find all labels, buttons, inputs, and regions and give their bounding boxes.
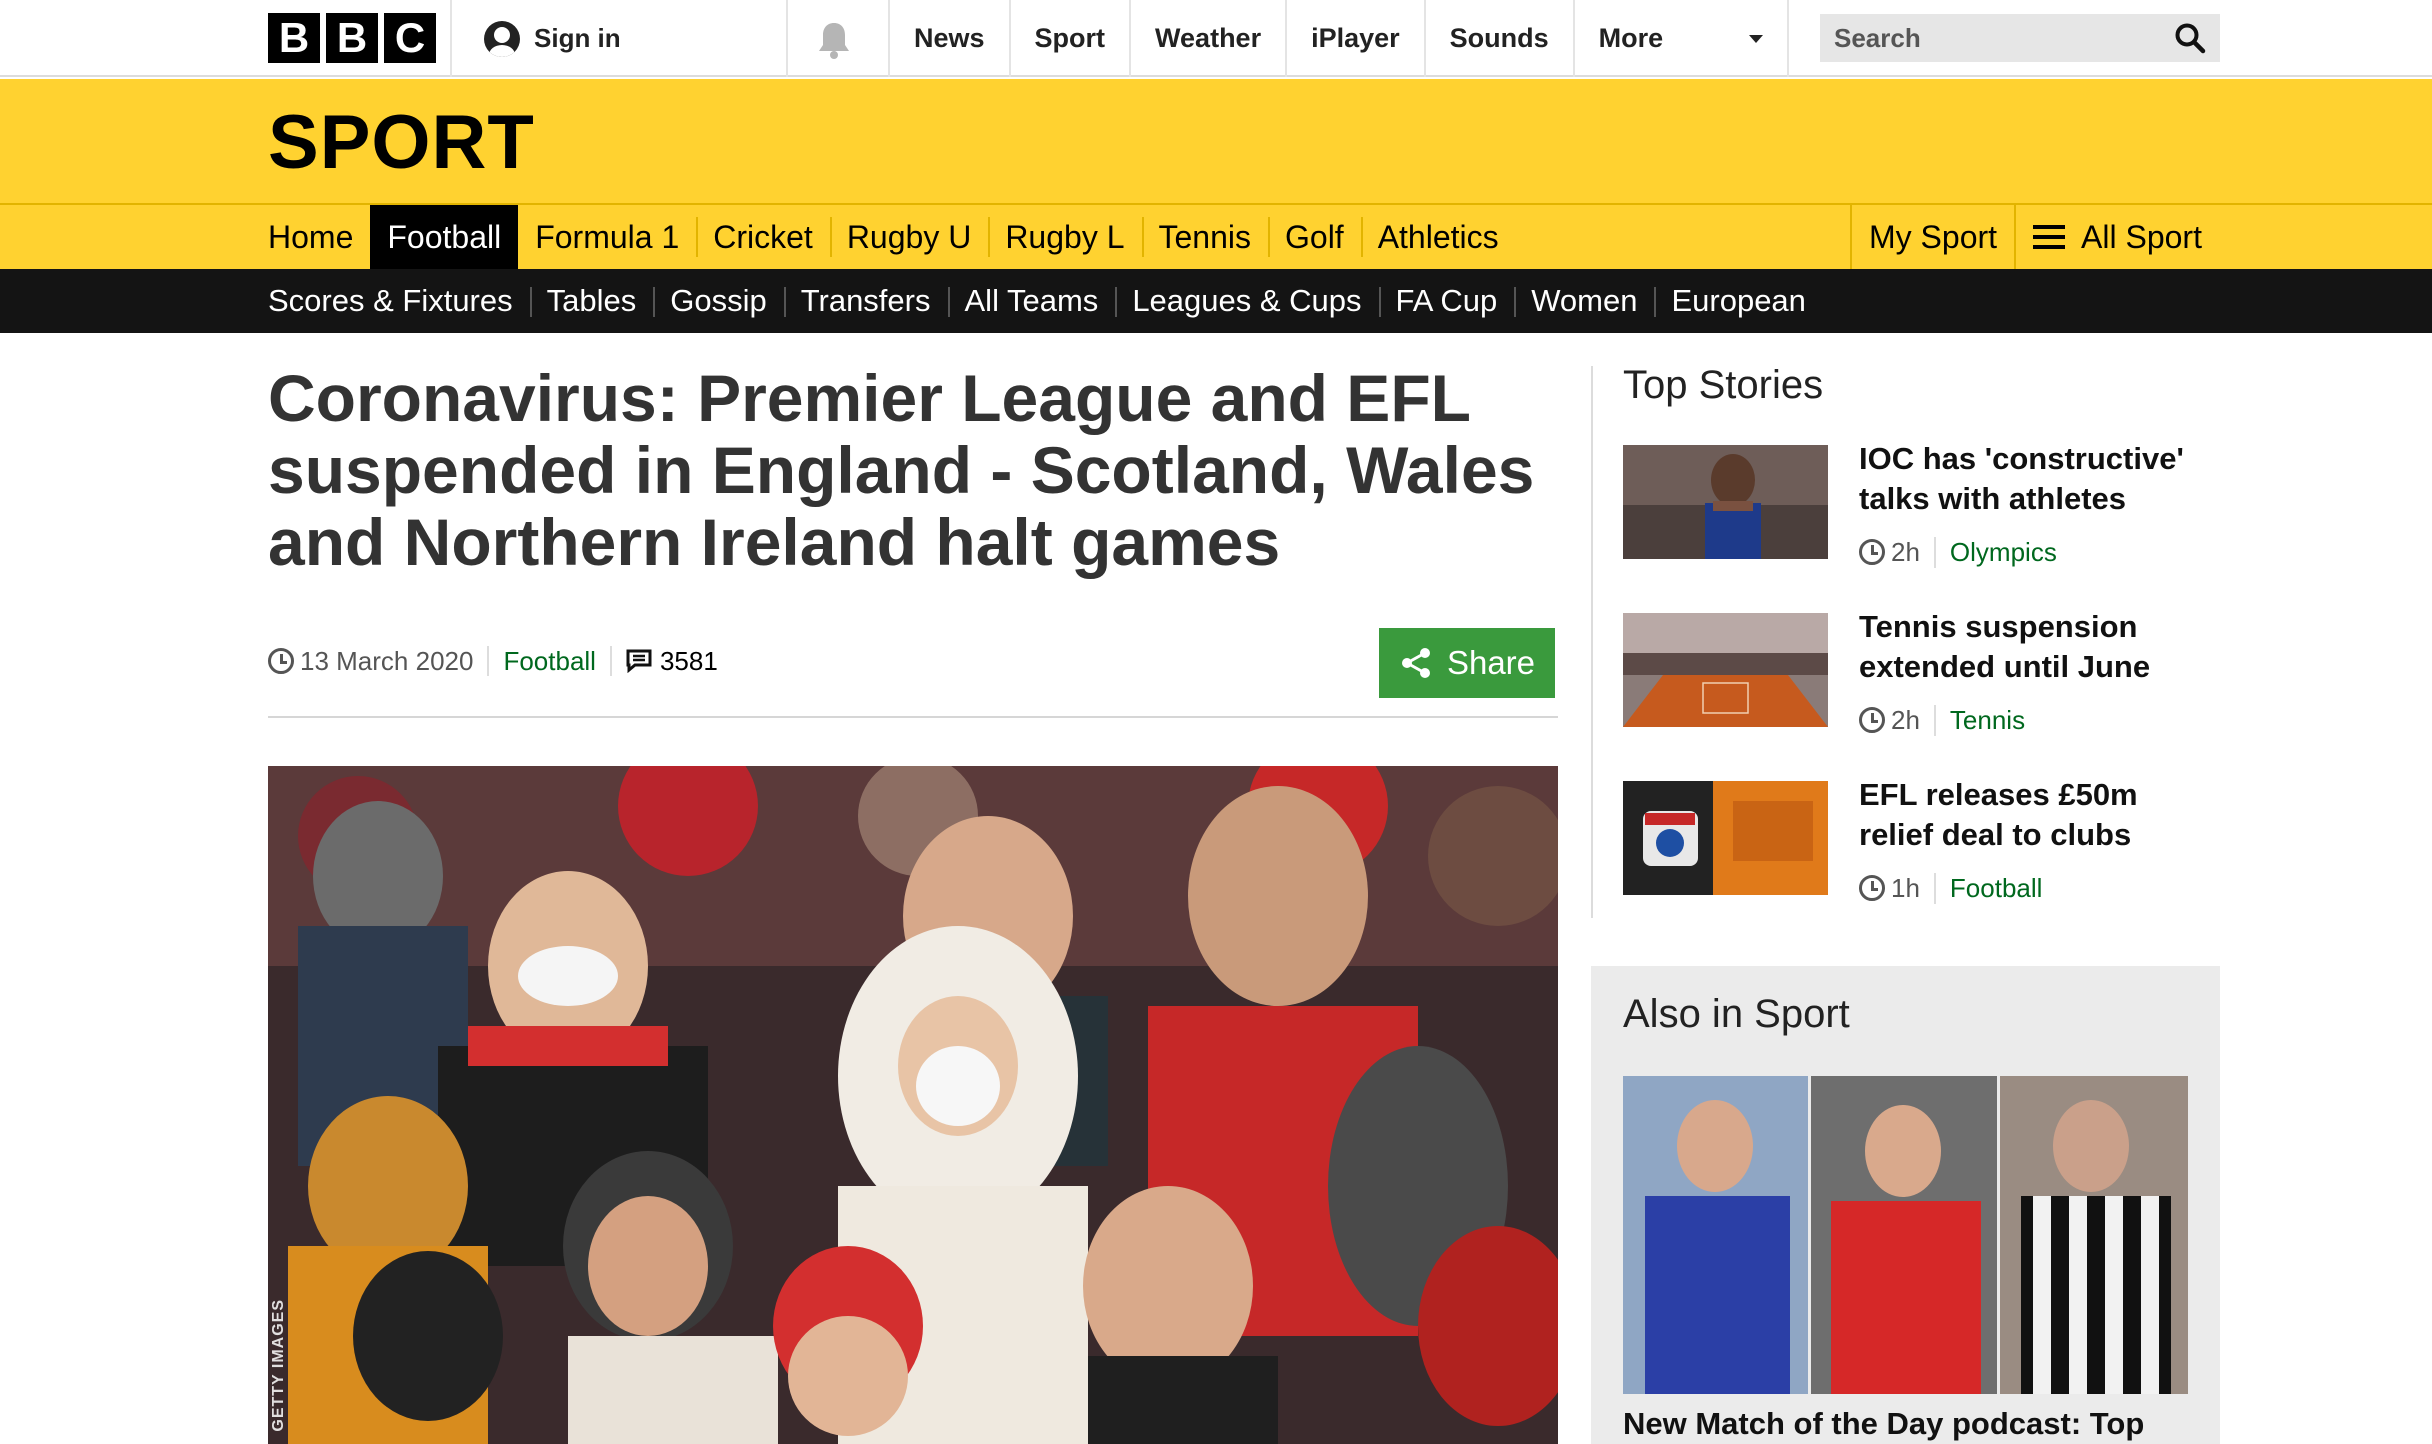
sport-nav-home[interactable]: Home	[268, 205, 370, 269]
story-title[interactable]: EFL releases £50m relief deal to clubs	[1859, 775, 2203, 855]
my-sport-link[interactable]: My Sport	[1850, 205, 2014, 269]
clock-icon	[1859, 707, 1885, 733]
also-in-sport-image[interactable]	[1623, 1076, 2188, 1394]
search-placeholder: Search	[1834, 22, 1921, 53]
top-story-item[interactable]: Tennis suspension extended until June 2h…	[1623, 609, 2203, 736]
story-section-link[interactable]: Football	[1933, 872, 2042, 904]
subnav-fa-cup[interactable]: FA Cup	[1378, 269, 1515, 333]
subnav-scores-fixtures[interactable]: Scores & Fixtures	[268, 269, 530, 333]
subnav-tables[interactable]: Tables	[529, 269, 654, 333]
story-title[interactable]: IOC has 'constructive' talks with athlet…	[1859, 439, 2203, 519]
story-thumbnail[interactable]	[1623, 445, 1828, 559]
article-meta: 13 March 2020 Football 3581	[268, 643, 732, 679]
top-story-item[interactable]: IOC has 'constructive' talks with athlet…	[1623, 441, 2203, 568]
sign-in-label: Sign in	[534, 23, 621, 53]
sidebar-divider	[1591, 366, 1593, 918]
nav-sounds[interactable]: Sounds	[1423, 0, 1573, 77]
story-section-link[interactable]: Tennis	[1933, 704, 2025, 736]
nav-sport[interactable]: Sport	[1008, 0, 1130, 77]
share-button[interactable]: Share	[1379, 628, 1555, 698]
subnav-leagues-cups[interactable]: Leagues & Cups	[1115, 269, 1378, 333]
article-section-link[interactable]: Football	[487, 646, 610, 676]
sport-nav: Home Football Formula 1 Cricket Rugby U …	[0, 203, 2432, 269]
all-sport-label: All Sport	[2081, 218, 2202, 255]
subnav-european[interactable]: European	[1654, 269, 1822, 333]
sport-nav-cricket[interactable]: Cricket	[696, 205, 830, 269]
sport-title[interactable]: SPORT	[268, 99, 535, 186]
nav-more-dropdown[interactable]: More	[1572, 0, 1789, 77]
nav-news[interactable]: News	[888, 0, 1009, 77]
subnav-women[interactable]: Women	[1514, 269, 1654, 333]
user-icon	[484, 20, 520, 57]
subnav-transfers[interactable]: Transfers	[783, 269, 948, 333]
menu-icon	[2033, 225, 2066, 249]
article-hero-image: GETTY IMAGES	[268, 766, 1558, 1444]
sport-nav-rugby-league[interactable]: Rugby L	[988, 205, 1141, 269]
top-story-item[interactable]: EFL releases £50m relief deal to clubs 1…	[1623, 777, 2203, 904]
subnav-gossip[interactable]: Gossip	[653, 269, 783, 333]
football-sub-nav: Scores & Fixtures Tables Gossip Transfer…	[0, 269, 2432, 333]
notifications-bell-icon[interactable]	[816, 20, 852, 60]
comment-icon	[626, 649, 652, 673]
share-label: Share	[1446, 644, 1536, 681]
sport-nav-golf[interactable]: Golf	[1268, 205, 1361, 269]
story-section-link[interactable]: Olympics	[1933, 536, 2057, 568]
story-thumbnail[interactable]	[1623, 781, 1828, 895]
global-nav: B B C Sign in News Sport Weather iPlayer…	[0, 0, 2432, 77]
search-icon[interactable]	[2174, 22, 2206, 54]
crowd-photo	[268, 766, 1558, 1444]
nav-iplayer[interactable]: iPlayer	[1285, 0, 1424, 77]
subnav-all-teams[interactable]: All Teams	[947, 269, 1116, 333]
sport-nav-football[interactable]: Football	[370, 205, 519, 269]
search-input[interactable]: Search	[1820, 14, 2220, 62]
image-credit: GETTY IMAGES	[270, 1299, 287, 1432]
story-title[interactable]: Tennis suspension extended until June	[1859, 607, 2203, 687]
meta-divider	[268, 716, 1558, 718]
also-in-sport: Also in Sport New Match of the Day podca…	[1591, 966, 2220, 1444]
sign-in-link[interactable]: Sign in	[484, 0, 621, 77]
also-in-sport-headline[interactable]: New Match of the Day podcast: Top	[1623, 1406, 2203, 1442]
nav-more-label: More	[1598, 23, 1664, 53]
chevron-down-icon	[1748, 34, 1763, 43]
sport-nav-rugby-union[interactable]: Rugby U	[829, 205, 989, 269]
also-in-sport-title: Also in Sport	[1623, 992, 1850, 1036]
share-icon	[1401, 648, 1430, 678]
article-headline: Coronavirus: Premier League and EFL susp…	[268, 361, 1535, 579]
sport-header: SPORT	[0, 79, 2432, 203]
bbc-logo[interactable]: B B C	[268, 13, 436, 63]
nav-weather[interactable]: Weather	[1129, 0, 1285, 77]
clock-icon	[1859, 875, 1885, 901]
comments-link[interactable]: 3581	[609, 645, 732, 676]
story-thumbnail[interactable]	[1623, 613, 1828, 727]
all-sport-menu[interactable]: All Sport	[2014, 205, 2219, 269]
article-date: 13 March 2020	[300, 645, 474, 676]
top-stories-title: Top Stories	[1623, 363, 1824, 407]
sport-nav-tennis[interactable]: Tennis	[1141, 205, 1269, 269]
sport-nav-formula1[interactable]: Formula 1	[518, 205, 696, 269]
clock-icon	[268, 648, 294, 674]
clock-icon	[1859, 539, 1885, 565]
comment-count: 3581	[659, 645, 718, 676]
sport-nav-athletics[interactable]: Athletics	[1360, 205, 1516, 269]
